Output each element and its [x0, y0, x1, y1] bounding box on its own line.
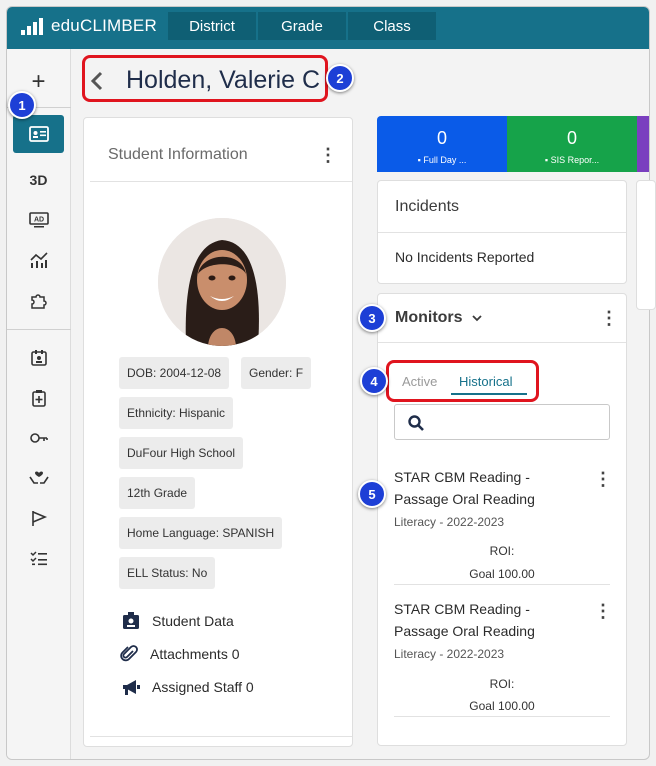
sidebar-item-flags[interactable] [13, 499, 64, 537]
home-language-chip: Home Language: SPANISH [119, 517, 283, 549]
annotation-badge-1: 1 [8, 91, 36, 119]
brand-name: eduCLIMBER [51, 16, 157, 35]
monitor-item-title-line2[interactable]: Passage Oral Reading [394, 488, 535, 510]
hands-heart-icon [28, 471, 49, 484]
search-icon [408, 415, 424, 431]
school-chip: DuFour High School [119, 437, 244, 469]
sidebar-item-ad[interactable]: AD [13, 201, 64, 239]
next-stat-card-edge[interactable] [637, 116, 649, 172]
panel-divider [378, 232, 626, 233]
chevron-down-icon [472, 315, 482, 322]
flag-icon [31, 511, 47, 526]
attachments-link[interactable]: Attachments 0 [118, 645, 240, 663]
sidebar-item-analytics[interactable] [13, 241, 64, 279]
monitor-item-title[interactable]: STAR CBM Reading - [394, 598, 530, 620]
panel-divider [90, 736, 352, 737]
nav-tab-class[interactable]: Class [348, 12, 436, 40]
no-incidents-text: No Incidents Reported [395, 249, 535, 265]
id-badge-icon [120, 612, 142, 630]
key-icon [29, 433, 48, 443]
nav-tab-grade[interactable]: Grade [258, 12, 346, 40]
monitor-item-roi: ROI: [489, 677, 515, 691]
adjacent-panel-edge [636, 180, 656, 310]
monitor-item-title-line2[interactable]: Passage Oral Reading [394, 620, 535, 642]
monitor-item-subtitle: Literacy - 2022-2023 [394, 515, 505, 529]
checklist-icon [29, 551, 47, 566]
sidebar-item-checklist[interactable] [13, 539, 64, 577]
student-photo-icon [158, 218, 286, 346]
avatar [158, 218, 286, 346]
calendar-person-icon [30, 350, 47, 366]
monitor-item-subtitle: Literacy - 2022-2023 [394, 647, 505, 661]
panel-divider [378, 342, 626, 343]
top-bar: eduCLIMBER District Grade Class [7, 7, 649, 49]
attachments-label: Attachments 0 [150, 646, 240, 662]
full-day-stat-card[interactable]: 0 ▪ Full Day ... [377, 116, 507, 172]
full-day-count: 0 [436, 128, 447, 148]
monitor-item-goal: Goal 100.00 [469, 567, 535, 581]
sidebar-item-clipboard[interactable] [13, 379, 64, 417]
plus-icon: + [31, 68, 46, 95]
list-divider [394, 584, 610, 585]
student-data-label: Student Data [152, 613, 234, 629]
svg-text:AD: AD [33, 217, 43, 224]
ell-status-chip: ELL Status: No [119, 557, 216, 589]
sidebar-item-support[interactable] [13, 459, 64, 497]
sidebar-item-keys[interactable] [13, 419, 64, 457]
megaphone-icon [120, 678, 142, 696]
sidebar-item-calendar[interactable] [13, 339, 64, 377]
educlimber-logo-icon [21, 18, 43, 35]
annotation-badge-2: 2 [326, 64, 354, 92]
sidebar-divider [7, 329, 71, 330]
paperclip-icon [118, 645, 140, 663]
sidebar-item-student-profile[interactable] [13, 115, 64, 153]
annotation-badge-5: 5 [358, 480, 386, 508]
callout-box-title [82, 55, 328, 102]
sidebar-item-3d[interactable]: 3D [13, 161, 64, 199]
sis-report-label: SIS Repor... [550, 155, 600, 165]
gender-chip: Gender: F [241, 357, 312, 389]
threed-label: 3D [29, 172, 48, 188]
list-divider [394, 716, 610, 717]
monitor-item-roi: ROI: [489, 544, 515, 558]
sidebar-item-interventions[interactable] [13, 281, 64, 319]
full-day-label: Full Day ... [423, 155, 467, 165]
id-card-icon [28, 126, 49, 142]
annotation-badge-3: 3 [358, 304, 386, 332]
monitor-item-goal: Goal 100.00 [469, 699, 535, 713]
sis-report-stat-card[interactable]: 0 ▪ SIS Repor... [507, 116, 637, 172]
student-information-title: Student Information [108, 146, 248, 163]
monitors-title[interactable]: Monitors [395, 309, 483, 327]
monitors-title-label: Monitors [395, 309, 463, 326]
student-panel-more-icon[interactable]: ⋮ [319, 146, 337, 164]
monitor-item-more-icon[interactable]: ⋮ [594, 602, 612, 620]
dob-chip: DOB: 2004-12-08 [119, 357, 230, 389]
student-data-link[interactable]: Student Data [120, 612, 234, 630]
clipboard-plus-icon [31, 390, 46, 407]
ethnicity-chip: Ethnicity: Hispanic [119, 397, 234, 429]
monitors-more-icon[interactable]: ⋮ [600, 309, 618, 327]
annotation-badge-4: 4 [360, 367, 388, 395]
search-input[interactable] [394, 404, 610, 440]
puzzle-icon [30, 294, 47, 309]
monitor-item-more-icon[interactable]: ⋮ [594, 470, 612, 488]
grade-chip: 12th Grade [119, 477, 196, 509]
panel-divider [90, 181, 352, 182]
callout-box-tabs [386, 360, 539, 402]
ad-screen-icon: AD [28, 212, 49, 228]
sis-report-count: 0 [566, 128, 577, 148]
left-sidebar: + 3D AD [7, 49, 71, 759]
incidents-title: Incidents [395, 198, 460, 215]
assigned-staff-link[interactable]: Assigned Staff 0 [120, 678, 254, 696]
assigned-staff-label: Assigned Staff 0 [152, 679, 254, 695]
chart-icon [29, 252, 48, 268]
nav-tab-district[interactable]: District [168, 12, 256, 40]
monitor-item-title[interactable]: STAR CBM Reading - [394, 466, 530, 488]
